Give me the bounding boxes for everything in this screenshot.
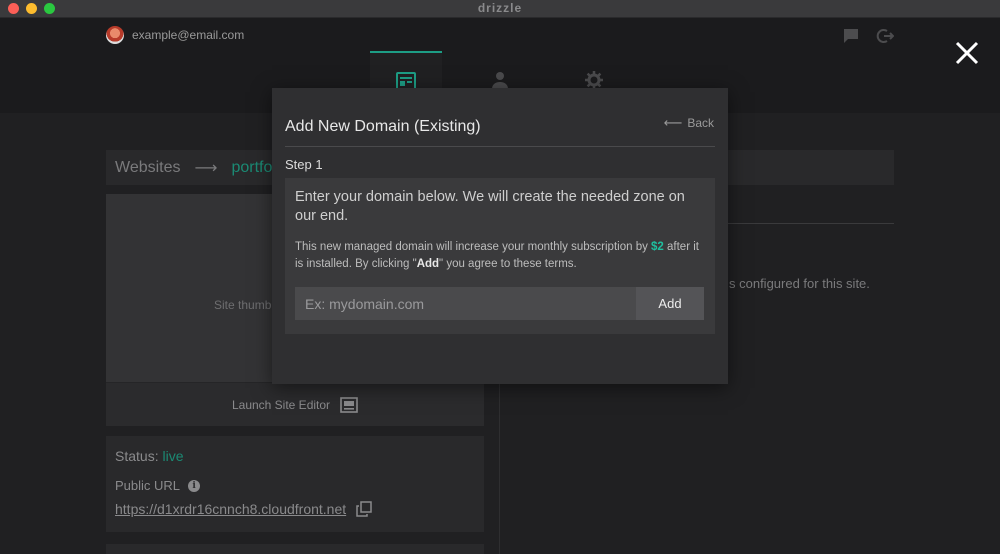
launch-editor-button[interactable]: Launch Site Editor (106, 382, 484, 426)
add-domain-modal: Add New Domain (Existing) ⟵ Back Step 1 … (272, 88, 728, 384)
step-instructions: Enter your domain below. We will create … (295, 189, 685, 224)
domain-input[interactable] (295, 287, 636, 320)
status-row: Status: live (115, 448, 475, 468)
price-value: $2 (651, 241, 664, 253)
editor-icon (340, 396, 358, 413)
avatar (106, 26, 124, 44)
info-icon[interactable]: i (188, 479, 201, 492)
logout-icon[interactable] (876, 27, 895, 45)
step-label: Step 1 (285, 157, 323, 172)
user-email: example@email.com (132, 28, 245, 42)
modal-divider (285, 146, 715, 147)
domain-form: Add (295, 287, 705, 320)
back-label: Back (687, 116, 714, 130)
copy-icon[interactable] (356, 501, 372, 517)
back-button[interactable]: ⟵ Back (664, 115, 714, 131)
add-term: Add (416, 258, 440, 270)
public-url-row: Public URL i (115, 478, 475, 493)
close-icon[interactable] (952, 38, 982, 68)
arrow-left-icon: ⟵ (663, 115, 683, 130)
launch-editor-label: Launch Site Editor (231, 397, 331, 412)
pricing-note-text-3: " you agree to these terms. (439, 258, 577, 270)
status-label: Status: (115, 448, 159, 464)
pricing-note: This new managed domain will increase yo… (295, 239, 705, 273)
pricing-note-text-1: This new managed domain will increase yo… (295, 241, 652, 253)
right-panel-divider (728, 223, 894, 224)
window-titlebar: drizzle (0, 0, 1000, 18)
thumbnail-label: Site thumb (214, 298, 272, 312)
add-domain-button[interactable]: Add (636, 287, 704, 320)
breadcrumb-websites-link[interactable]: Websites (115, 159, 181, 177)
app-logo: drizzle (477, 1, 523, 15)
public-url-label: Public URL (115, 478, 181, 493)
modal-title: Add New Domain (Existing) (285, 118, 481, 135)
user-menu[interactable]: example@email.com (106, 26, 244, 44)
public-url-link[interactable]: https://d1xrdr16cnnch8.cloudfront.net (115, 501, 346, 517)
status-badge: live (162, 448, 184, 464)
arrow-right-icon: ⟶ (194, 159, 218, 177)
domains-empty-text: s configured for this site. (729, 276, 870, 291)
settings-card (106, 544, 484, 554)
public-url-link-row: https://d1xrdr16cnnch8.cloudfront.net (115, 501, 475, 517)
status-card: Status: live Public URL i https://d1xrdr… (106, 436, 484, 532)
chat-icon[interactable] (842, 27, 860, 45)
step-panel: Enter your domain below. We will create … (285, 178, 715, 334)
